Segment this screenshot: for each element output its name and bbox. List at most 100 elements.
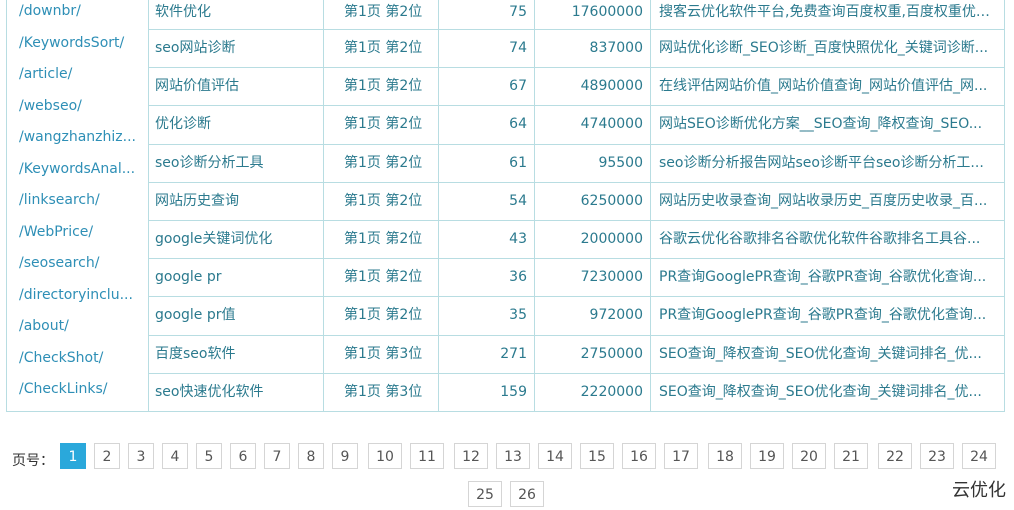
path-link[interactable]: /KeywordsSort/	[7, 28, 137, 60]
page-button-3[interactable]: 3	[128, 443, 154, 469]
keyword-link[interactable]: 优化诊断	[148, 106, 324, 144]
rank-cell: 第1页 第2位	[324, 259, 439, 297]
path-link[interactable]: /article/	[7, 59, 137, 91]
brand-watermark: 云优化	[952, 480, 1006, 501]
index-cell: 35	[439, 297, 535, 335]
table-row: seo诊断分析工具 第1页 第2位 61 95500 seo诊断分析报告网站seo诊断平…	[148, 144, 1004, 183]
rank-cell: 第1页 第3位	[324, 373, 439, 411]
page-button-5[interactable]: 5	[196, 443, 222, 469]
keyword-link[interactable]: 网站历史查询	[148, 182, 324, 220]
rank-cell: 第1页 第2位	[324, 144, 439, 182]
page-button-26[interactable]: 26	[510, 481, 544, 507]
page-button-13[interactable]: 13	[496, 443, 530, 469]
table-row: google关键词优化 第1页 第2位 43 2000000 谷歌云优化谷歌排名谷歌优化…	[148, 220, 1004, 260]
rank-cell: 第1页 第2位	[324, 106, 439, 144]
results-cell: 7230000	[535, 259, 651, 297]
table-row: 网站价值评估 第1页 第2位 67 4890000 在线评估网站价值_网站价值查询_网站…	[148, 68, 1004, 107]
results-cell: 2220000	[535, 373, 651, 411]
page-button-2[interactable]: 2	[94, 443, 120, 469]
title-cell: PR查询GooglePR查询_谷歌PR查询_谷歌优化查询...	[659, 269, 987, 286]
page-button-21[interactable]: 21	[834, 443, 868, 469]
page-button-25[interactable]: 25	[468, 481, 502, 507]
results-cell: 4740000	[535, 106, 651, 144]
title-cell: 网站SEO诊断优化方案__SEO查询_降权查询_SEO...	[659, 116, 983, 133]
rank-cell: 第1页 第2位	[324, 182, 439, 220]
title-cell: 网站优化诊断_SEO诊断_百度快照优化_关键词诊断...	[659, 40, 989, 56]
title-cell: 在线评估网站价值_网站价值查询_网站价值评估_网...	[659, 78, 988, 95]
page-button-8[interactable]: 8	[298, 443, 324, 469]
page-button-11[interactable]: 11	[410, 443, 444, 469]
table-row: seo快速优化软件 第1页 第3位 159 2220000 SEO查询_降权查询_SEO…	[148, 373, 1004, 411]
results-cell: 972000	[535, 297, 651, 335]
keyword-link[interactable]: seo诊断分析工具	[148, 144, 324, 182]
keyword-link[interactable]: 百度seo软件	[148, 335, 324, 373]
index-cell: 43	[439, 220, 535, 259]
table-rows: 软件优化 第1页 第2位 75 17600000 搜客云优化软件平台,免费查询百度权重,…	[148, 0, 1004, 411]
results-cell: 2000000	[535, 220, 651, 259]
page-button-7[interactable]: 7	[264, 443, 290, 469]
page-button-24[interactable]: 24	[962, 443, 996, 469]
index-cell: 271	[439, 335, 535, 373]
rank-cell: 第1页 第2位	[324, 30, 439, 68]
index-cell: 159	[439, 373, 535, 411]
page-button-17[interactable]: 17	[664, 443, 698, 469]
path-link[interactable]: /webseo/	[7, 91, 137, 123]
rank-cell: 第1页 第2位	[324, 0, 439, 29]
path-link[interactable]: /downbr/	[7, 0, 137, 28]
title-cell: SEO查询_降权查询_SEO优化查询_关键词排名_优...	[659, 383, 982, 400]
title-cell: seo诊断分析报告网站seo诊断平台seo诊断分析工...	[659, 154, 984, 171]
index-cell: 64	[439, 106, 535, 144]
path-link[interactable]: /about/	[7, 311, 137, 343]
title-cell: 网站历史收录查询_网站收录历史_百度历史收录_百...	[659, 192, 988, 209]
keyword-link[interactable]: seo网站诊断	[148, 30, 324, 68]
path-link[interactable]: /KeywordsAnal...	[7, 154, 137, 186]
page-button-10[interactable]: 10	[368, 443, 402, 469]
index-cell: 61	[439, 144, 535, 182]
keyword-link[interactable]: google pr值	[148, 297, 324, 335]
page-button-18[interactable]: 18	[708, 443, 742, 469]
path-link[interactable]: /linksearch/	[7, 185, 137, 217]
results-cell: 17600000	[535, 0, 651, 29]
page-button-9[interactable]: 9	[332, 443, 358, 469]
keyword-link[interactable]: seo快速优化软件	[148, 373, 324, 411]
path-list: /downbr//KeywordsSort//article//webseo//…	[7, 0, 149, 411]
keyword-link[interactable]: 软件优化	[148, 0, 324, 29]
table-row: google pr值 第1页 第2位 35 972000 PR查询GooglePR查询_…	[148, 297, 1004, 336]
path-link[interactable]: /seosearch/	[7, 248, 137, 280]
index-cell: 67	[439, 68, 535, 106]
page-button-20[interactable]: 20	[792, 443, 826, 469]
page-button-1[interactable]: 1	[60, 443, 86, 469]
page-button-4[interactable]: 4	[162, 443, 188, 469]
title-cell: PR查询GooglePR查询_谷歌PR查询_谷歌优化查询...	[659, 307, 987, 324]
results-cell: 6250000	[535, 182, 651, 220]
title-cell: 谷歌云优化谷歌排名谷歌优化软件谷歌排名工具谷...	[659, 230, 981, 247]
keyword-link[interactable]: 网站价值评估	[148, 68, 324, 106]
page-button-14[interactable]: 14	[538, 443, 572, 469]
page-button-22[interactable]: 22	[878, 443, 912, 469]
page-button-12[interactable]: 12	[454, 443, 488, 469]
path-link[interactable]: /directoryinclu...	[7, 280, 137, 312]
title-cell: 搜客云优化软件平台,免费查询百度权重,百度权重优化...	[659, 4, 1004, 20]
page-button-15[interactable]: 15	[580, 443, 614, 469]
results-cell: 2750000	[535, 335, 651, 373]
rank-cell: 第1页 第2位	[324, 220, 439, 259]
page-button-19[interactable]: 19	[750, 443, 784, 469]
table-row: 网站历史查询 第1页 第2位 54 6250000 网站历史收录查询_网站收录历史_百度…	[148, 182, 1004, 221]
path-link[interactable]: /WebPrice/	[7, 217, 137, 249]
page-button-16[interactable]: 16	[622, 443, 656, 469]
table-row: 百度seo软件 第1页 第3位 271 2750000 SEO查询_降权查询_SEO优化…	[148, 335, 1004, 374]
results-table: /downbr//KeywordsSort//article//webseo//…	[6, 0, 1005, 412]
results-cell: 4890000	[535, 68, 651, 106]
index-cell: 75	[439, 0, 535, 29]
page-button-23[interactable]: 23	[920, 443, 954, 469]
index-cell: 36	[439, 259, 535, 297]
keyword-link[interactable]: google pr	[148, 259, 324, 297]
rank-cell: 第1页 第2位	[324, 297, 439, 335]
index-cell: 54	[439, 182, 535, 220]
keyword-link[interactable]: google关键词优化	[148, 220, 324, 259]
path-link[interactable]: /wangzhanzhiz...	[7, 122, 137, 154]
path-link[interactable]: /CheckLinks/	[7, 374, 137, 406]
page-button-6[interactable]: 6	[230, 443, 256, 469]
path-link[interactable]: /CheckShot/	[7, 343, 137, 375]
table-row: 软件优化 第1页 第2位 75 17600000 搜客云优化软件平台,免费查询百度权重,…	[148, 0, 1004, 30]
